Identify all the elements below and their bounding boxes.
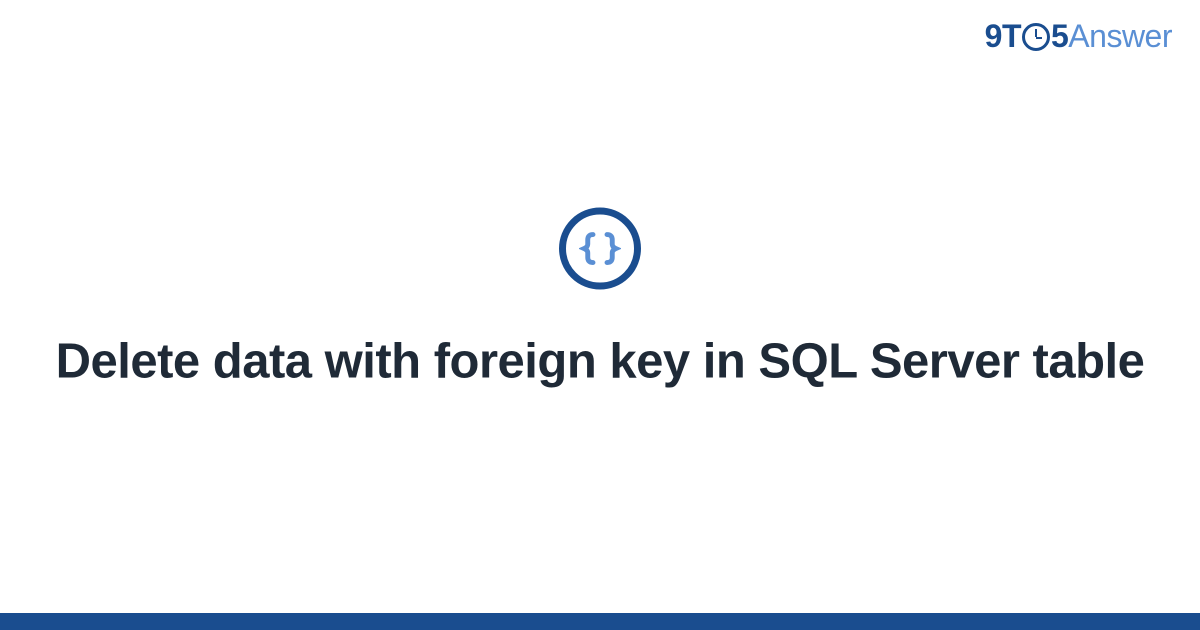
clock-icon xyxy=(1022,23,1050,51)
site-logo: 9T 5Answer xyxy=(985,18,1172,55)
logo-text-9t: 9T xyxy=(985,18,1021,54)
code-braces-icon xyxy=(559,208,641,290)
footer-bar xyxy=(0,613,1200,630)
page-title: Delete data with foreign key in SQL Serv… xyxy=(0,332,1200,393)
logo-text-answer: Answer xyxy=(1068,18,1172,54)
logo-text-5: 5 xyxy=(1051,18,1068,54)
main-content: Delete data with foreign key in SQL Serv… xyxy=(0,208,1200,393)
braces-svg xyxy=(579,228,621,270)
